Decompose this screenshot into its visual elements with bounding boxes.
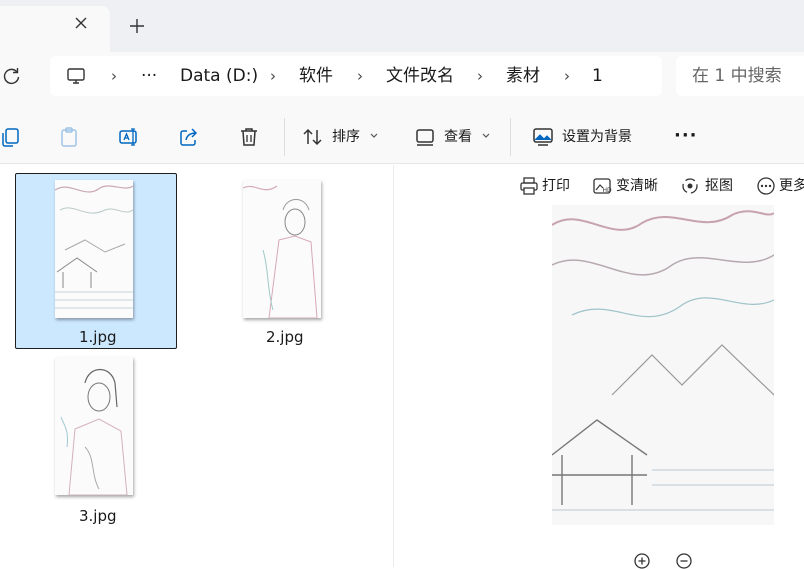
thumbnail-2 xyxy=(243,180,321,318)
view-icon[interactable] xyxy=(414,126,436,148)
rename-icon[interactable] xyxy=(118,126,140,148)
tab-bar xyxy=(0,0,804,52)
close-icon[interactable] xyxy=(72,14,90,32)
sort-button[interactable]: 排序 xyxy=(332,128,360,146)
file-name-3[interactable]: 3.jpg xyxy=(79,507,117,525)
sort-icon[interactable] xyxy=(302,126,324,148)
file-name-1[interactable]: 1.jpg xyxy=(79,328,117,346)
chevron-right-icon[interactable]: › xyxy=(270,66,276,86)
toolbar-separator xyxy=(510,118,511,156)
enhance-hd-icon[interactable]: HD xyxy=(592,176,612,196)
thumbnail-3 xyxy=(55,357,133,495)
zoom-out-icon[interactable] xyxy=(675,552,693,570)
wallpaper-icon[interactable] xyxy=(532,126,554,148)
delete-icon[interactable] xyxy=(238,126,260,148)
tab-active[interactable] xyxy=(0,6,110,52)
chevron-right-icon[interactable]: › xyxy=(357,66,363,86)
preview-divider[interactable] xyxy=(393,165,394,567)
file-name-2[interactable]: 2.jpg xyxy=(266,328,304,346)
plus-icon[interactable] xyxy=(128,17,146,35)
set-background-button[interactable]: 设置为背景 xyxy=(562,128,632,146)
more-button[interactable]: 更多 xyxy=(779,177,804,195)
cutout-button[interactable]: 抠图 xyxy=(705,177,733,195)
cutout-icon[interactable] xyxy=(680,176,700,196)
copy-icon[interactable] xyxy=(0,126,22,148)
view-button[interactable]: 查看 xyxy=(444,128,472,146)
zoom-in-icon[interactable] xyxy=(633,552,651,570)
breadcrumb-materials[interactable]: 素材 xyxy=(506,66,540,86)
refresh-icon[interactable] xyxy=(2,66,22,86)
breadcrumb-rename[interactable]: 文件改名 xyxy=(386,66,454,86)
more-options-button[interactable]: ··· xyxy=(674,127,698,145)
chevron-right-icon[interactable]: › xyxy=(111,66,117,86)
sharpen-button[interactable]: 变清晰 xyxy=(616,177,658,195)
share-icon[interactable] xyxy=(178,126,200,148)
thumbnail-1 xyxy=(55,180,133,318)
more-circle-icon[interactable] xyxy=(756,176,776,196)
search-placeholder: 在 1 中搜索 xyxy=(692,66,782,86)
breadcrumb-more[interactable]: ··· xyxy=(141,66,157,86)
breadcrumb-folder-1[interactable]: 1 xyxy=(592,66,603,86)
toolbar-separator xyxy=(284,118,285,156)
paste-icon xyxy=(58,126,80,148)
chevron-down-icon[interactable] xyxy=(481,130,491,140)
breadcrumb-software[interactable]: 软件 xyxy=(299,66,333,86)
chevron-down-icon[interactable] xyxy=(369,130,379,140)
preview-image xyxy=(552,205,774,525)
chevron-right-icon[interactable]: › xyxy=(477,66,483,86)
print-button[interactable]: 打印 xyxy=(542,177,570,195)
chevron-right-icon[interactable]: › xyxy=(564,66,570,86)
svg-text:HD: HD xyxy=(603,187,613,194)
printer-icon[interactable] xyxy=(519,176,539,196)
computer-icon[interactable] xyxy=(66,66,86,86)
breadcrumb-drive[interactable]: Data (D:) xyxy=(180,66,258,86)
